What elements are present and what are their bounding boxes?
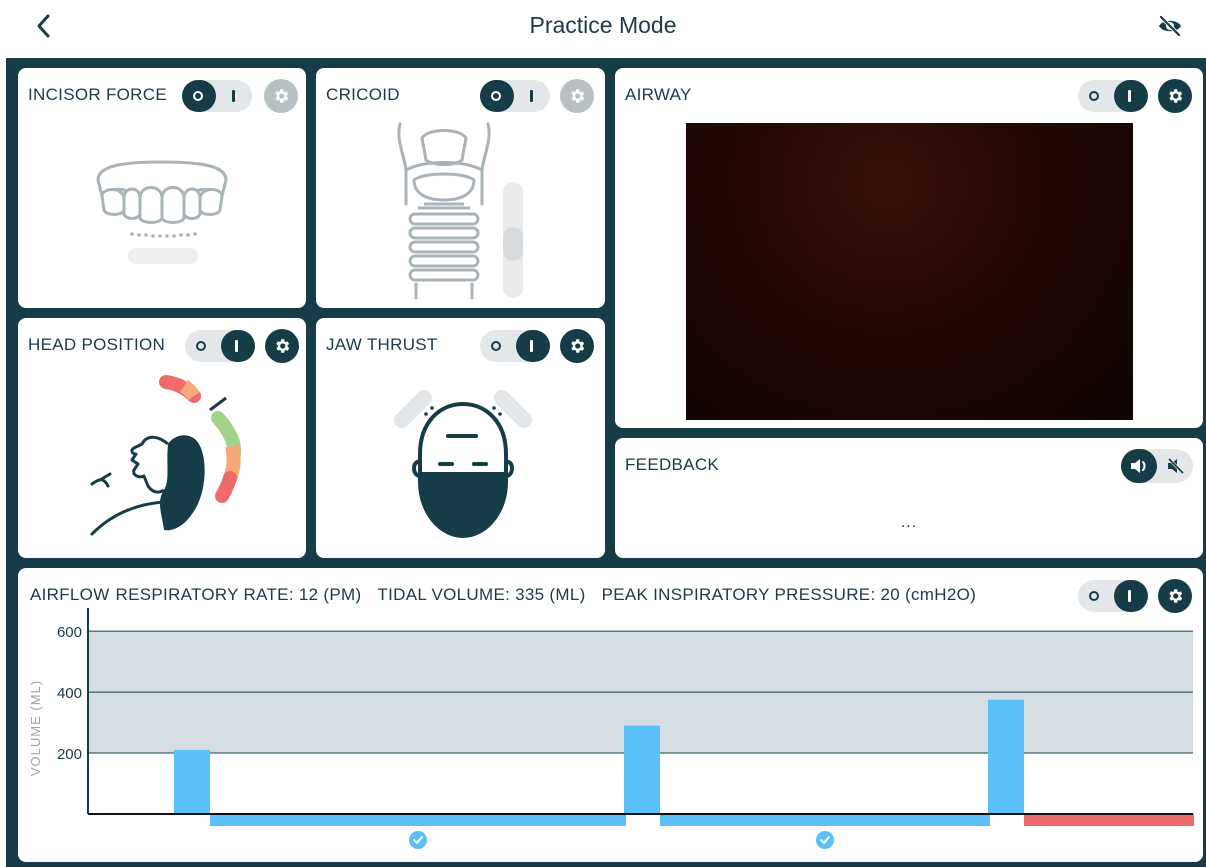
head-tilt-gauge-illustration [90, 375, 242, 536]
panel-title: AIRWAY [625, 85, 692, 104]
gear-icon [1169, 589, 1183, 603]
peak-inspiratory-pressure: PEAK INSPIRATORY PRESSURE: 20 (cmH2O) [601, 585, 977, 604]
airway-camera-feed [686, 123, 1133, 420]
eye-off-icon [1159, 15, 1181, 37]
top-bar: Practice Mode [0, 0, 1206, 56]
cricoid-panel: CRICOID [316, 68, 605, 308]
exhale-bar [1024, 814, 1194, 826]
airway-settings-button[interactable] [1158, 79, 1192, 113]
larynx-illustration [397, 122, 491, 300]
airflow-volume-chart: 200 400 600 VOLUME (ML) [28, 608, 1194, 849]
y-tick-label: 400 [57, 685, 82, 702]
jaw-thrust-face-illustration [394, 390, 532, 539]
airflow-metrics: AIRFLOW RESPIRATORY RATE: 12 (PM) TIDAL VO… [30, 585, 992, 605]
breath-bar [988, 699, 1024, 814]
visibility-toggle-button[interactable] [1154, 10, 1186, 42]
gear-icon [275, 89, 289, 103]
head-position-settings-button[interactable] [265, 329, 299, 363]
exhale-bar [210, 814, 626, 826]
check-icon [816, 831, 834, 849]
panel-title: FEEDBACK [625, 455, 720, 474]
feedback-panel: FEEDBACK ... [615, 438, 1203, 558]
incisor-force-toggle[interactable] [182, 80, 252, 112]
exhale-bar [660, 814, 990, 826]
jaw-thrust-toggle[interactable] [480, 330, 550, 362]
airflow-title: AIRFLOW [30, 585, 110, 604]
head-position-toggle[interactable] [185, 330, 255, 362]
gear-icon [1169, 89, 1183, 103]
feedback-sound-toggle[interactable] [1121, 449, 1193, 483]
airway-panel: AIRWAY [615, 68, 1203, 428]
airway-toggle[interactable] [1078, 80, 1148, 112]
feedback-message: ... [900, 514, 918, 531]
breath-bar [174, 750, 210, 814]
head-position-panel: HEAD POSITION [18, 318, 306, 558]
cricoid-toggle[interactable] [480, 80, 550, 112]
incisor-force-settings-button[interactable] [264, 79, 298, 113]
speaker-icon [1131, 459, 1146, 473]
gear-icon [276, 339, 290, 353]
gear-icon [571, 339, 585, 353]
slider-thumb[interactable] [503, 227, 523, 261]
mute-icon [1167, 458, 1185, 474]
jaw-thrust-settings-button[interactable] [560, 329, 594, 363]
y-axis-label: VOLUME (ML) [28, 680, 43, 776]
panel-title: JAW THRUST [326, 335, 438, 354]
airflow-panel: AIRFLOW RESPIRATORY RATE: 12 (PM) TIDAL VO… [18, 568, 1203, 862]
jaw-thrust-panel: JAW THRUST [316, 318, 605, 558]
teeth-illustration [96, 160, 228, 264]
respiratory-rate: RESPIRATORY RATE: 12 (PM) [115, 585, 362, 604]
tidal-volume: TIDAL VOLUME: 335 (ML) [377, 585, 586, 604]
breath-bar [624, 725, 660, 814]
gear-icon [571, 89, 585, 103]
check-icon [409, 831, 427, 849]
dashboard: INCISOR FORCE CRICOID AIRWAY HEAD POSITI… [6, 58, 1206, 867]
y-tick-label: 600 [57, 624, 82, 641]
panel-title: INCISOR FORCE [28, 85, 167, 104]
y-tick-label: 200 [57, 746, 82, 763]
page-title: Practice Mode [529, 12, 677, 38]
cricoid-settings-button[interactable] [560, 79, 594, 113]
incisor-force-panel: INCISOR FORCE [18, 68, 306, 308]
panel-title: CRICOID [326, 85, 400, 104]
panel-title: HEAD POSITION [28, 335, 166, 354]
cricoid-slider[interactable] [503, 182, 523, 298]
